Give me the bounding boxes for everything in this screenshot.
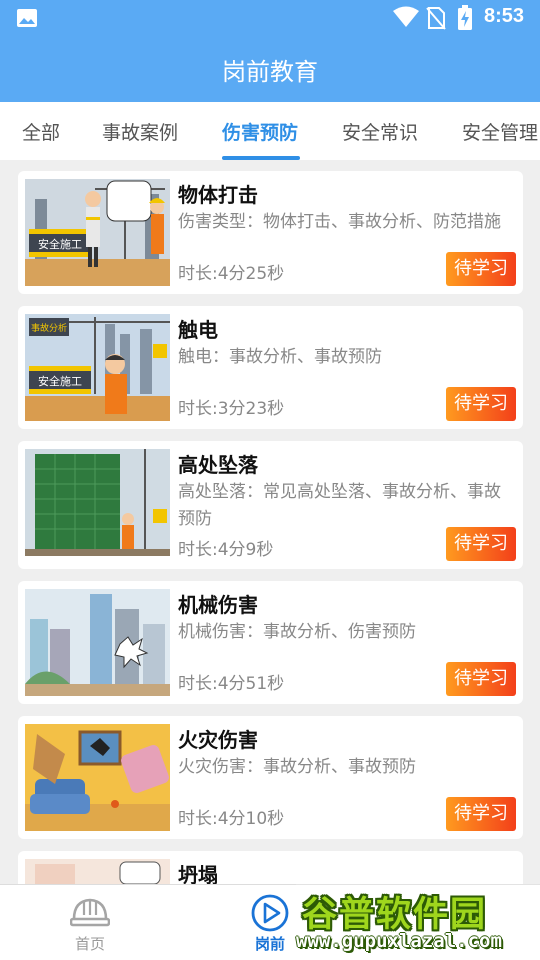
course-duration: 时长:3分23秒 xyxy=(178,399,285,419)
tab-safety-management[interactable]: 安全管理 xyxy=(462,118,538,145)
course-duration: 时长:4分51秒 xyxy=(178,674,285,694)
course-card[interactable]: 安全施工 物体打击 伤害类型：物体打击、事故分析、防范措施 时长:4分25秒 待… xyxy=(18,171,523,294)
thumb-sign: 安全施工 xyxy=(38,374,82,388)
course-thumbnail xyxy=(25,724,170,831)
hard-hat-icon xyxy=(70,898,110,927)
course-description: 火灾伤害：事故分析、事故预防 xyxy=(178,757,416,777)
watermark-url: www.gupuxlazal.com xyxy=(296,930,502,952)
course-duration: 时长:4分9秒 xyxy=(178,540,274,560)
study-button[interactable]: 待学习 xyxy=(446,252,516,286)
course-duration: 时长:4分10秒 xyxy=(178,809,285,829)
course-card[interactable]: 坍塌 xyxy=(18,851,523,884)
watermark: 谷普软件园 www.gupuxlazal.com xyxy=(296,884,540,960)
course-description: 高处坠落：常见高处坠落、事故分析、事故预防 xyxy=(178,482,501,529)
course-title: 触电 xyxy=(178,318,218,342)
app-bar: 岗前教育 xyxy=(0,36,540,102)
tab-accident-cases[interactable]: 事故案例 xyxy=(102,118,178,145)
wifi-icon xyxy=(393,6,419,27)
course-description: 触电：事故分析、事故预防 xyxy=(178,347,382,367)
tab-all[interactable]: 全部 xyxy=(22,118,60,145)
tab-safety-knowledge[interactable]: 安全常识 xyxy=(342,118,418,145)
course-card[interactable]: 事故分析 安全施工 触电 触电：事故分析、事故预防 时长:3分23秒 待学习 xyxy=(18,306,523,429)
course-card[interactable]: 火灾伤害 火灾伤害：事故分析、事故预防 时长:4分10秒 待学习 xyxy=(18,716,523,839)
course-description: 机械伤害：事故分析、伤害预防 xyxy=(178,622,416,642)
course-duration: 时长:4分25秒 xyxy=(178,264,285,284)
study-button[interactable]: 待学习 xyxy=(446,797,516,831)
course-card[interactable]: 机械伤害 机械伤害：事故分析、伤害预防 时长:4分51秒 待学习 xyxy=(18,581,523,704)
course-title: 高处坠落 xyxy=(178,453,258,477)
course-title: 火灾伤害 xyxy=(178,728,258,752)
thumb-sign: 事故分析 xyxy=(31,322,67,334)
status-time: 8:53 xyxy=(484,5,525,27)
course-title: 物体打击 xyxy=(178,183,258,207)
course-card[interactable]: 高处坠落 高处坠落：常见高处坠落、事故分析、事故预防 时长:4分9秒 待学习 xyxy=(18,441,523,569)
study-button[interactable]: 待学习 xyxy=(446,662,516,696)
battery-charging-icon xyxy=(458,5,472,30)
course-title: 坍塌 xyxy=(178,863,218,884)
course-thumbnail xyxy=(25,449,170,556)
page-title: 岗前教育 xyxy=(222,58,318,86)
course-description: 伤害类型：物体打击、事故分析、防范措施 xyxy=(178,212,501,232)
thumb-sign: 安全施工 xyxy=(38,237,82,251)
tab-injury-prevention[interactable]: 伤害预防 xyxy=(222,118,298,145)
nav-home-label: 首页 xyxy=(74,935,105,953)
status-bar: 8:53 xyxy=(0,0,540,36)
gallery-icon xyxy=(17,9,37,27)
play-circle-icon xyxy=(251,894,289,932)
course-thumbnail xyxy=(25,589,170,696)
nav-home[interactable]: 首页 xyxy=(40,885,140,960)
course-title: 机械伤害 xyxy=(178,593,258,617)
course-thumbnail: 事故分析 安全施工 xyxy=(25,314,170,421)
study-button[interactable]: 待学习 xyxy=(446,527,516,561)
category-tabs: 全部 事故案例 伤害预防 安全常识 安全管理 xyxy=(0,102,540,160)
no-sim-icon xyxy=(426,7,446,30)
course-thumbnail: 安全施工 xyxy=(25,179,170,286)
study-button[interactable]: 待学习 xyxy=(446,387,516,421)
course-list: 安全施工 物体打击 伤害类型：物体打击、事故分析、防范措施 时长:4分25秒 待… xyxy=(0,160,540,884)
course-thumbnail xyxy=(25,859,170,884)
